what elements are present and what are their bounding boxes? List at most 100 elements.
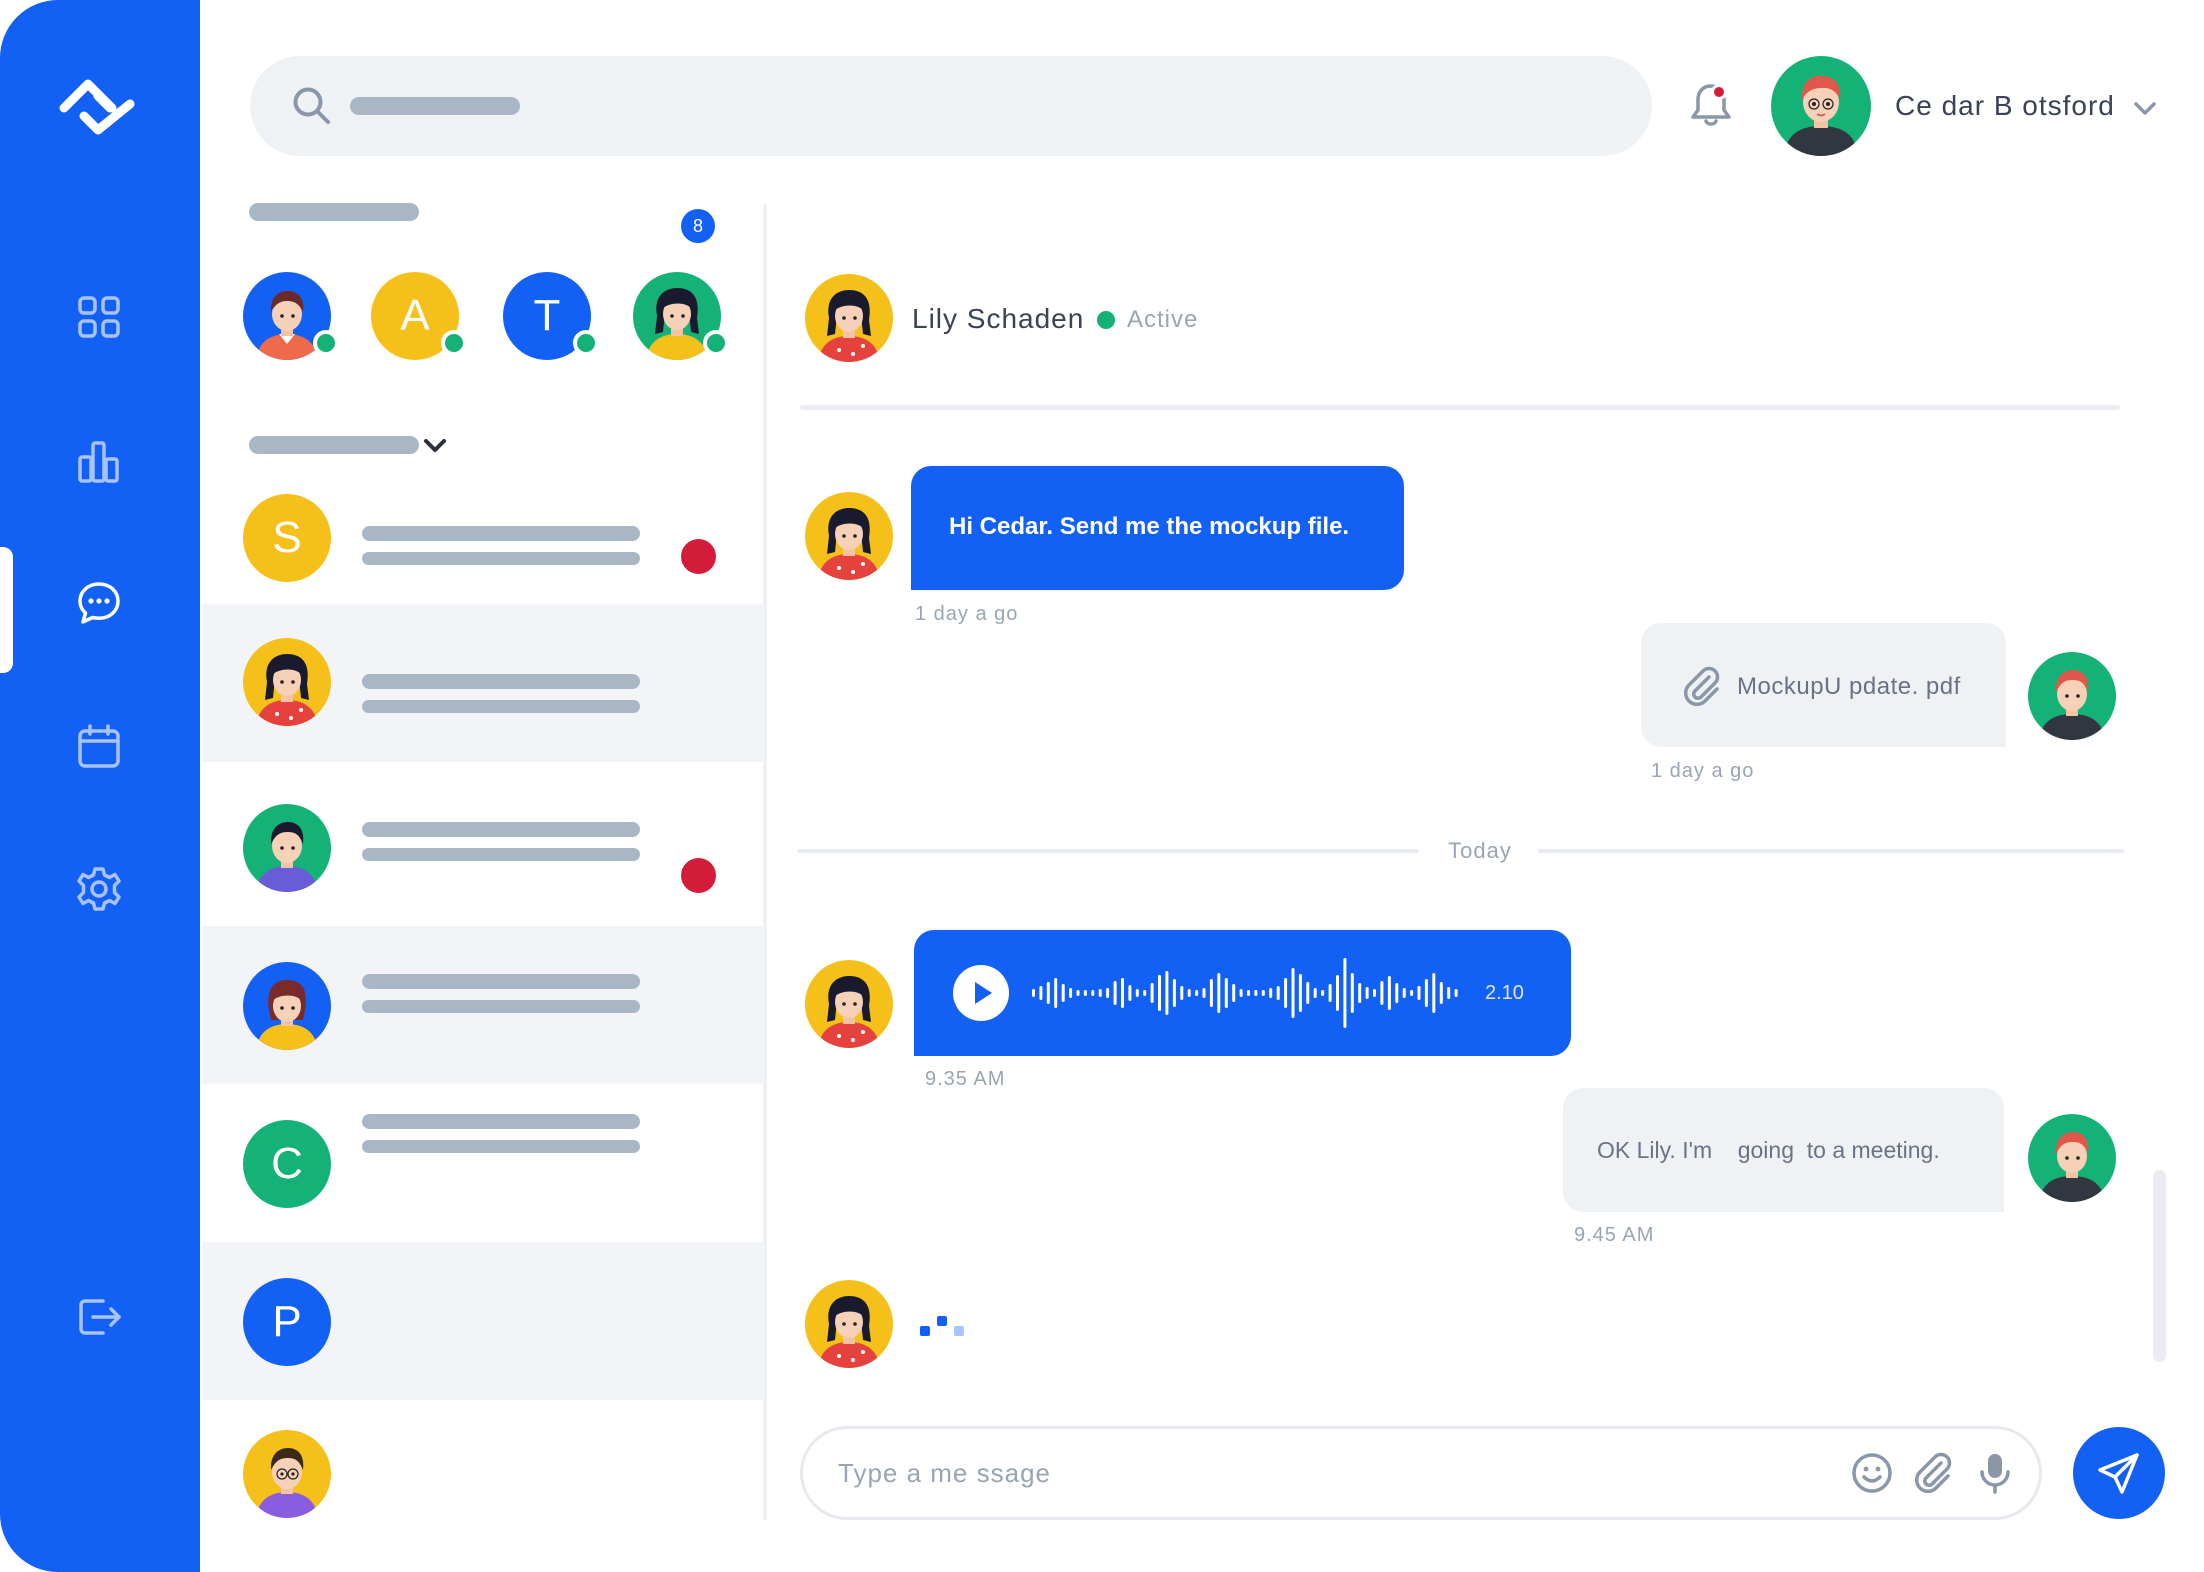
conversation-preview-bar <box>362 552 640 565</box>
avatar <box>805 492 893 580</box>
chat-contact-name[interactable]: Lily Schaden <box>912 303 1084 335</box>
conversation-item[interactable] <box>202 1400 764 1558</box>
logout-icon <box>79 1299 121 1335</box>
unread-indicator <box>681 539 716 574</box>
chevron-down-icon[interactable] <box>420 432 450 458</box>
waveform-bar <box>1395 983 1399 1003</box>
waveform-bar <box>1254 990 1258 996</box>
online-status-dot <box>441 330 467 356</box>
chevron-down-icon[interactable] <box>2130 96 2160 120</box>
waveform-bar <box>1417 986 1421 1000</box>
status-dot <box>1097 311 1115 329</box>
message-time: 9.35 AM <box>925 1068 1006 1090</box>
waveform-bar <box>1291 968 1295 1018</box>
chat-contact-avatar[interactable] <box>805 274 893 362</box>
nav-logout[interactable] <box>70 1288 128 1346</box>
nav-dashboard[interactable] <box>70 288 128 346</box>
conversation-item[interactable]: P <box>202 1242 764 1400</box>
audio-waveform[interactable] <box>1032 948 1462 1038</box>
file-attachment-bubble[interactable]: MockupU pdate. pdf <box>1641 623 2006 747</box>
waveform-bar <box>1358 983 1362 1003</box>
conversation-preview-bar <box>362 1000 640 1013</box>
conversation-item[interactable] <box>202 926 764 1084</box>
waveform-bar <box>1158 975 1161 1011</box>
waveform-bar <box>1432 973 1436 1013</box>
user-name[interactable]: Ce dar B otsford <box>1895 90 2115 122</box>
chat-bubble-icon <box>78 582 120 624</box>
waveform-bar <box>1150 983 1154 1003</box>
online-section-title-bar <box>249 203 419 221</box>
online-contact[interactable]: T <box>503 272 599 360</box>
avatar <box>243 962 331 1050</box>
chat-scrollbar[interactable] <box>2153 1170 2166 1362</box>
waveform-bar <box>1424 979 1428 1007</box>
conversation-name-bar <box>362 974 640 989</box>
waveform-bar <box>1365 987 1369 999</box>
nav-analytics[interactable] <box>70 432 128 490</box>
avatar: S <box>243 494 331 582</box>
waveform-bar <box>1128 985 1132 1001</box>
paperclip-icon[interactable] <box>1910 1450 1956 1496</box>
waveform-bar <box>1054 978 1058 1008</box>
paperclip-icon <box>1683 666 1720 707</box>
avatar <box>243 804 331 892</box>
microphone-icon[interactable] <box>1972 1450 2018 1496</box>
online-contact[interactable] <box>633 272 729 360</box>
conversation-item[interactable]: C <box>202 1084 764 1242</box>
conversation-name-bar <box>362 526 640 541</box>
notification-dot <box>1711 84 1727 100</box>
waveform-bar <box>1410 990 1414 996</box>
avatar <box>805 1280 893 1368</box>
message-time: 1 day a go <box>1651 760 1755 782</box>
waveform-bar <box>1202 988 1206 998</box>
voice-message-bubble[interactable]: 2.10 <box>914 930 1571 1056</box>
conversation-item[interactable] <box>202 604 764 762</box>
search-icon[interactable] <box>290 84 334 128</box>
waveform-bar <box>1321 990 1325 996</box>
waveform-bar <box>1091 990 1095 996</box>
waveform-bar <box>1217 973 1221 1013</box>
user-avatar[interactable] <box>1771 56 1871 156</box>
bar-chart-icon <box>78 441 119 483</box>
waveform-bar <box>1224 978 1228 1008</box>
waveform-bar <box>1298 974 1302 1012</box>
typing-indicator <box>920 1316 964 1336</box>
nav-calendar[interactable] <box>70 718 128 776</box>
waveform-bar <box>1402 988 1406 998</box>
waveform-bar <box>1039 986 1043 1000</box>
avatar <box>243 638 331 726</box>
audio-duration: 2.10 <box>1485 982 1524 1004</box>
online-contact[interactable]: A <box>371 272 467 360</box>
waveform-bar <box>1247 990 1250 996</box>
conversation-item[interactable] <box>202 762 764 920</box>
message-text: OK Lily. I'm going to a meeting. <box>1597 1137 1940 1163</box>
emoji-icon[interactable] <box>1849 1450 1895 1496</box>
settings-gear-icon <box>77 867 121 911</box>
waveform-bar <box>1336 975 1339 1011</box>
message-input-placeholder: Type a me ssage <box>838 1458 1051 1488</box>
conversation-item[interactable]: S <box>202 458 764 616</box>
nav-messages[interactable] <box>70 574 128 632</box>
waveform-bar <box>1313 988 1317 998</box>
online-status-dot <box>703 330 729 356</box>
play-icon[interactable] <box>952 964 1010 1022</box>
app-logo[interactable] <box>54 74 140 140</box>
message-bubble-incoming[interactable]: Hi Cedar. Send me the mockup file. <box>911 466 1404 590</box>
avatar: C <box>243 1120 331 1208</box>
conversation-preview-bar <box>362 848 640 861</box>
waveform-bar <box>1239 989 1243 997</box>
waveform-bar <box>1076 990 1080 996</box>
day-separator: Today <box>1448 838 1512 863</box>
send-button[interactable] <box>2073 1427 2165 1519</box>
dashboard-grid-icon <box>78 296 120 338</box>
nav-settings[interactable] <box>70 860 128 918</box>
waveform-bar <box>1113 981 1117 1005</box>
search-bar[interactable] <box>250 56 1652 156</box>
online-count-badge: 8 <box>681 209 715 243</box>
message-bubble-outgoing[interactable]: OK Lily. I'm going to a meeting. <box>1563 1088 2004 1212</box>
waveform-bar <box>1387 976 1391 1010</box>
waveform-bar <box>1284 978 1288 1008</box>
waveform-bar <box>1106 988 1110 998</box>
waveform-bar <box>1343 958 1347 1028</box>
online-contact[interactable] <box>243 272 339 360</box>
